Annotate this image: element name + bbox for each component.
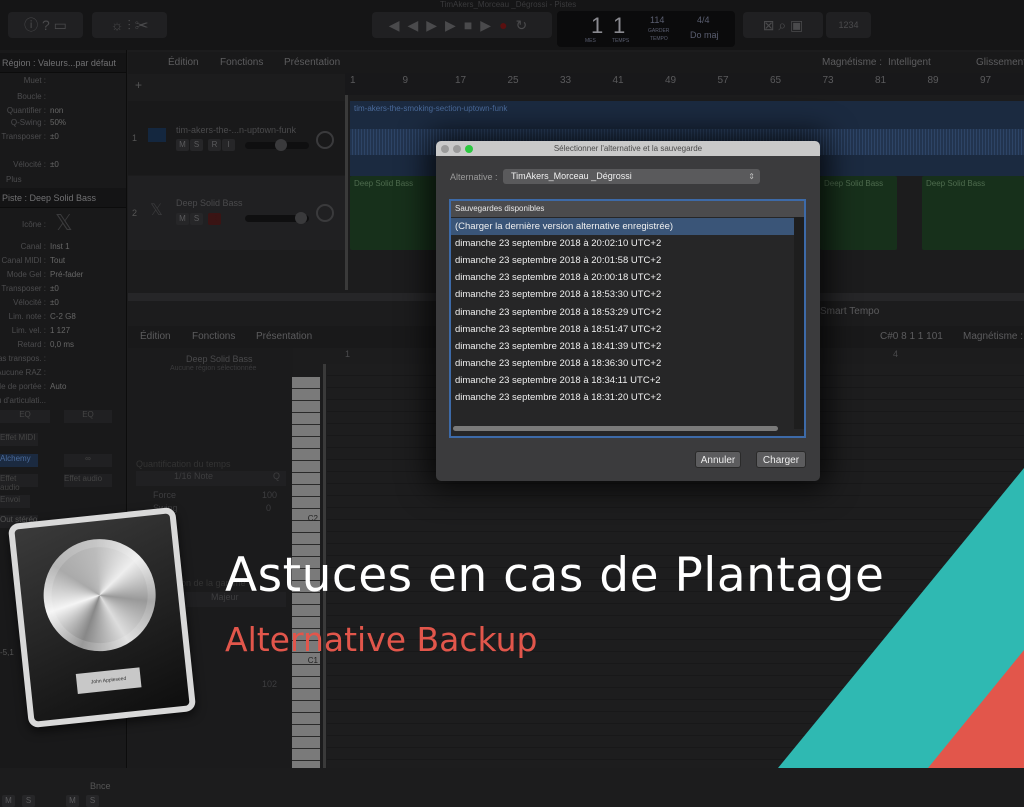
logo-nameplate: John Appleseed (75, 667, 142, 694)
headline: Astuces en cas de Plantage (225, 548, 885, 603)
logic-pro-logo: John Appleseed (7, 506, 197, 729)
solo-button-2[interactable]: S (86, 795, 99, 807)
mute-button[interactable]: M (2, 795, 15, 807)
mute-button-2[interactable]: M (66, 795, 79, 807)
subheadline: Alternative Backup (225, 620, 538, 659)
vinyl-disc-icon (38, 533, 162, 657)
bounce-label[interactable]: Bnce (90, 781, 111, 791)
solo-button[interactable]: S (22, 795, 35, 807)
